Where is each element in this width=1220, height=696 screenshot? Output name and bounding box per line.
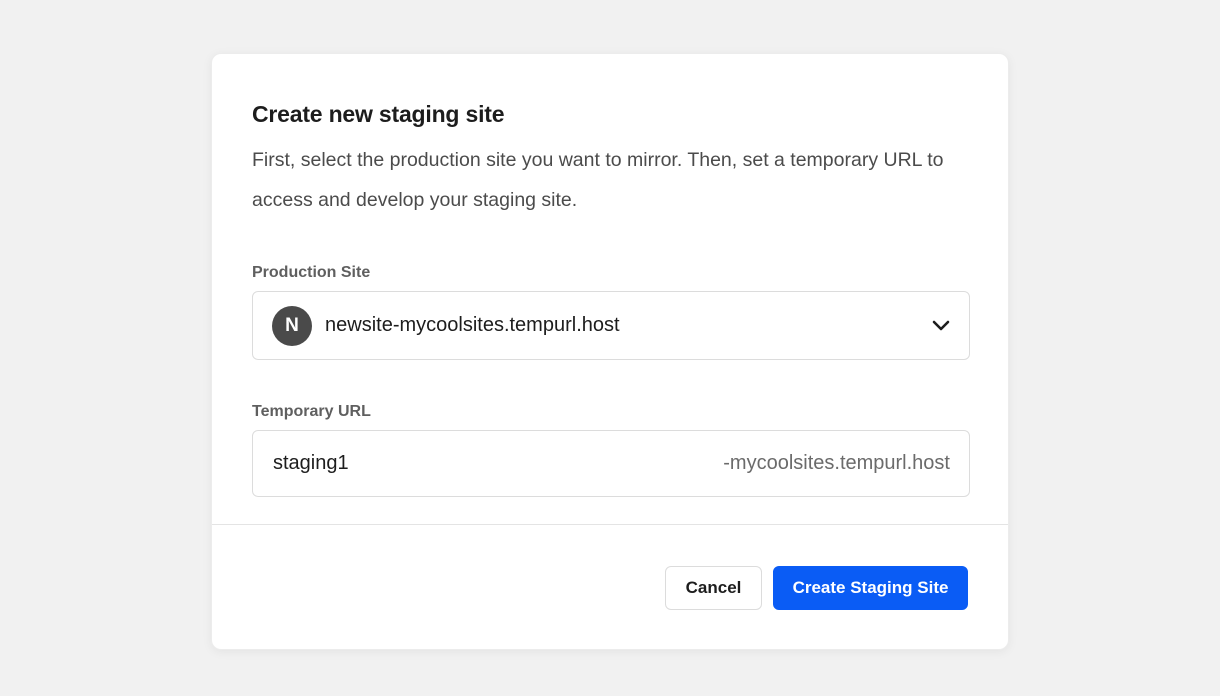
modal-body: Create new staging site First, select th… xyxy=(212,54,1008,497)
modal-description: First, select the production site you wa… xyxy=(252,149,944,211)
create-staging-site-button[interactable]: Create Staging Site xyxy=(773,566,968,610)
site-avatar: N xyxy=(272,305,312,346)
cancel-button[interactable]: Cancel xyxy=(665,566,762,610)
temporary-url-field[interactable]: -mycoolsites.tempurl.host xyxy=(252,430,970,497)
chevron-down-icon[interactable] xyxy=(931,316,951,336)
temporary-url-label: Temporary URL xyxy=(252,403,371,420)
production-site-label: Production Site xyxy=(252,264,371,281)
modal-title: Create new staging site xyxy=(252,101,505,127)
production-site-select[interactable]: N newsite-mycoolsites.tempurl.host xyxy=(252,291,970,360)
temporary-url-suffix: -mycoolsites.tempurl.host xyxy=(723,452,950,474)
modal-footer: Cancel Create Staging Site xyxy=(665,566,968,610)
temporary-url-input[interactable] xyxy=(273,443,724,484)
footer-divider xyxy=(212,524,1008,525)
create-staging-modal: Create new staging site First, select th… xyxy=(211,53,1009,650)
production-site-value: newsite-mycoolsites.tempurl.host xyxy=(325,314,620,336)
